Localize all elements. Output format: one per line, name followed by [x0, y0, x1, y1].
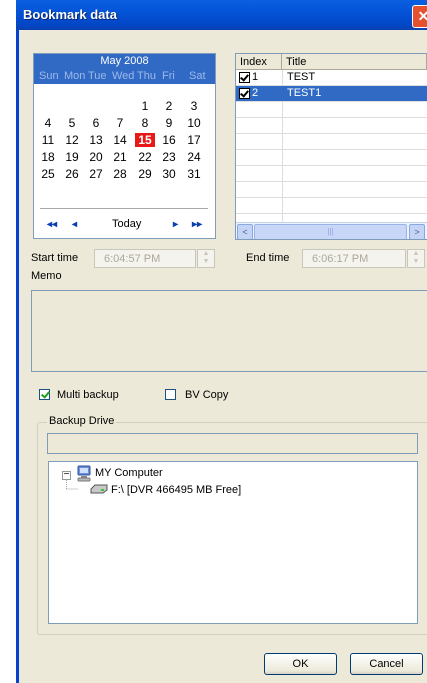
row-index: 2 [252, 87, 259, 99]
calendar-day[interactable]: 25 [38, 167, 58, 181]
calendar-day[interactable]: 28 [110, 167, 130, 181]
empty-row [236, 134, 427, 150]
empty-row [236, 182, 427, 198]
calendar-day[interactable]: 22 [135, 150, 155, 164]
row-index: 1 [252, 71, 259, 83]
calendar-day[interactable]: 27 [86, 167, 106, 181]
scroll-thumb[interactable]: ||| [254, 224, 407, 239]
cancel-button[interactable]: Cancel [350, 653, 423, 675]
calendar-prev-button[interactable]: ◂ [72, 219, 77, 230]
calendar-day[interactable]: 14 [110, 133, 130, 147]
calendar[interactable]: May 2008 Sun Mon Tue Wed Thu Fri Sat 123… [33, 53, 216, 239]
calendar-day[interactable]: 16 [159, 133, 179, 147]
empty-row [236, 198, 427, 214]
horizontal-scrollbar[interactable]: < ||| > [236, 222, 427, 239]
column-header-title[interactable]: Title [282, 54, 427, 70]
row-checkbox[interactable] [239, 88, 250, 99]
list-row[interactable]: 1 TEST [236, 70, 427, 86]
calendar-today-button[interactable]: Today [112, 218, 141, 230]
row-title: TEST1 [287, 87, 322, 99]
calendar-day[interactable]: 4 [38, 116, 58, 130]
backup-path-field[interactable] [47, 433, 418, 454]
calendar-day[interactable]: 2 [159, 99, 179, 113]
start-time-label: Start time [31, 252, 79, 264]
calendar-day[interactable]: 8 [135, 116, 155, 130]
calendar-day[interactable]: 1 [135, 99, 155, 113]
memo-label: Memo [31, 270, 62, 282]
calendar-next-button[interactable]: ▸ [173, 219, 178, 230]
drive-icon [90, 484, 108, 494]
tree-drive-label[interactable]: F:\ [DVR 466495 MB Free] [111, 484, 241, 496]
multi-backup-label[interactable]: Multi backup [57, 389, 119, 401]
start-time-field[interactable]: 6:04:57 PM [94, 249, 196, 268]
empty-row [236, 102, 427, 118]
ok-button[interactable]: OK [264, 653, 337, 675]
column-header-index[interactable]: Index [236, 54, 282, 70]
row-checkbox[interactable] [239, 72, 250, 83]
calendar-day[interactable]: 29 [135, 167, 155, 181]
multi-backup-checkbox[interactable] [39, 389, 50, 400]
calendar-day[interactable]: 9 [159, 116, 179, 130]
calendar-divider [40, 208, 208, 209]
calendar-day[interactable]: 12 [62, 133, 82, 147]
weekday-label: Wed [112, 70, 135, 82]
calendar-day[interactable]: 3 [184, 99, 204, 113]
bv-copy-label[interactable]: BV Copy [185, 389, 228, 401]
calendar-month-label[interactable]: May 2008 [34, 54, 215, 69]
backup-drive-group-label: Backup Drive [47, 415, 117, 427]
window-frame [16, 30, 19, 683]
empty-row [236, 150, 427, 166]
empty-row [236, 118, 427, 134]
calendar-day[interactable]: 11 [38, 133, 58, 147]
bookmark-list[interactable]: Index Title 1 TEST 2 TEST1 < ||| > [235, 53, 427, 240]
calendar-day-selected[interactable]: 15 [135, 133, 155, 147]
drive-tree[interactable]: − MY Computer F:\ [DVR 466495 MB Free] [48, 461, 418, 624]
calendar-day[interactable]: 30 [159, 167, 179, 181]
calendar-weekday-row: Sun Mon Tue Wed Thu Fri Sat [34, 69, 215, 84]
end-time-label: End time [246, 252, 290, 264]
weekday-label: Sat [189, 70, 206, 82]
scroll-right-button[interactable]: > [409, 224, 425, 239]
end-time-field[interactable]: 6:06:17 PM [302, 249, 406, 268]
calendar-day[interactable]: 17 [184, 133, 204, 147]
weekday-label: Mon [64, 70, 86, 82]
calendar-day[interactable]: 26 [62, 167, 82, 181]
calendar-day[interactable]: 10 [184, 116, 204, 130]
empty-row [236, 166, 427, 182]
memo-field[interactable] [31, 290, 427, 372]
window-title: Bookmark data [23, 7, 117, 22]
calendar-day[interactable]: 20 [86, 150, 106, 164]
list-row-selected[interactable]: 2 TEST1 [236, 86, 427, 102]
bookmark-dialog: Bookmark data ✕ May 2008 Sun Mon Tue Wed… [16, 0, 427, 683]
calendar-day[interactable]: 24 [184, 150, 204, 164]
weekday-label: Tue [88, 70, 107, 82]
calendar-day[interactable]: 13 [86, 133, 106, 147]
calendar-day[interactable]: 23 [159, 150, 179, 164]
calendar-day[interactable]: 21 [110, 150, 130, 164]
calendar-day[interactable]: 7 [110, 116, 130, 130]
bv-copy-checkbox[interactable] [165, 389, 176, 400]
calendar-first-button[interactable]: ◂◂ [47, 219, 57, 230]
calendar-day[interactable]: 6 [86, 116, 106, 130]
weekday-label: Fri [162, 70, 175, 82]
end-time-spinner[interactable]: ▲ ▼ [407, 249, 425, 268]
row-title: TEST [287, 71, 316, 83]
scroll-left-button[interactable]: < [237, 224, 253, 239]
weekday-label: Thu [137, 70, 156, 82]
title-bar[interactable]: Bookmark data ✕ [16, 0, 427, 30]
calendar-day[interactable]: 19 [62, 150, 82, 164]
weekday-label: Sun [39, 70, 59, 82]
calendar-day[interactable]: 31 [184, 167, 204, 181]
start-time-spinner[interactable]: ▲ ▼ [197, 249, 215, 268]
calendar-day[interactable]: 18 [38, 150, 58, 164]
close-button[interactable]: ✕ [412, 5, 427, 28]
calendar-last-button[interactable]: ▸▸ [192, 219, 202, 230]
calendar-day[interactable]: 5 [62, 116, 82, 130]
